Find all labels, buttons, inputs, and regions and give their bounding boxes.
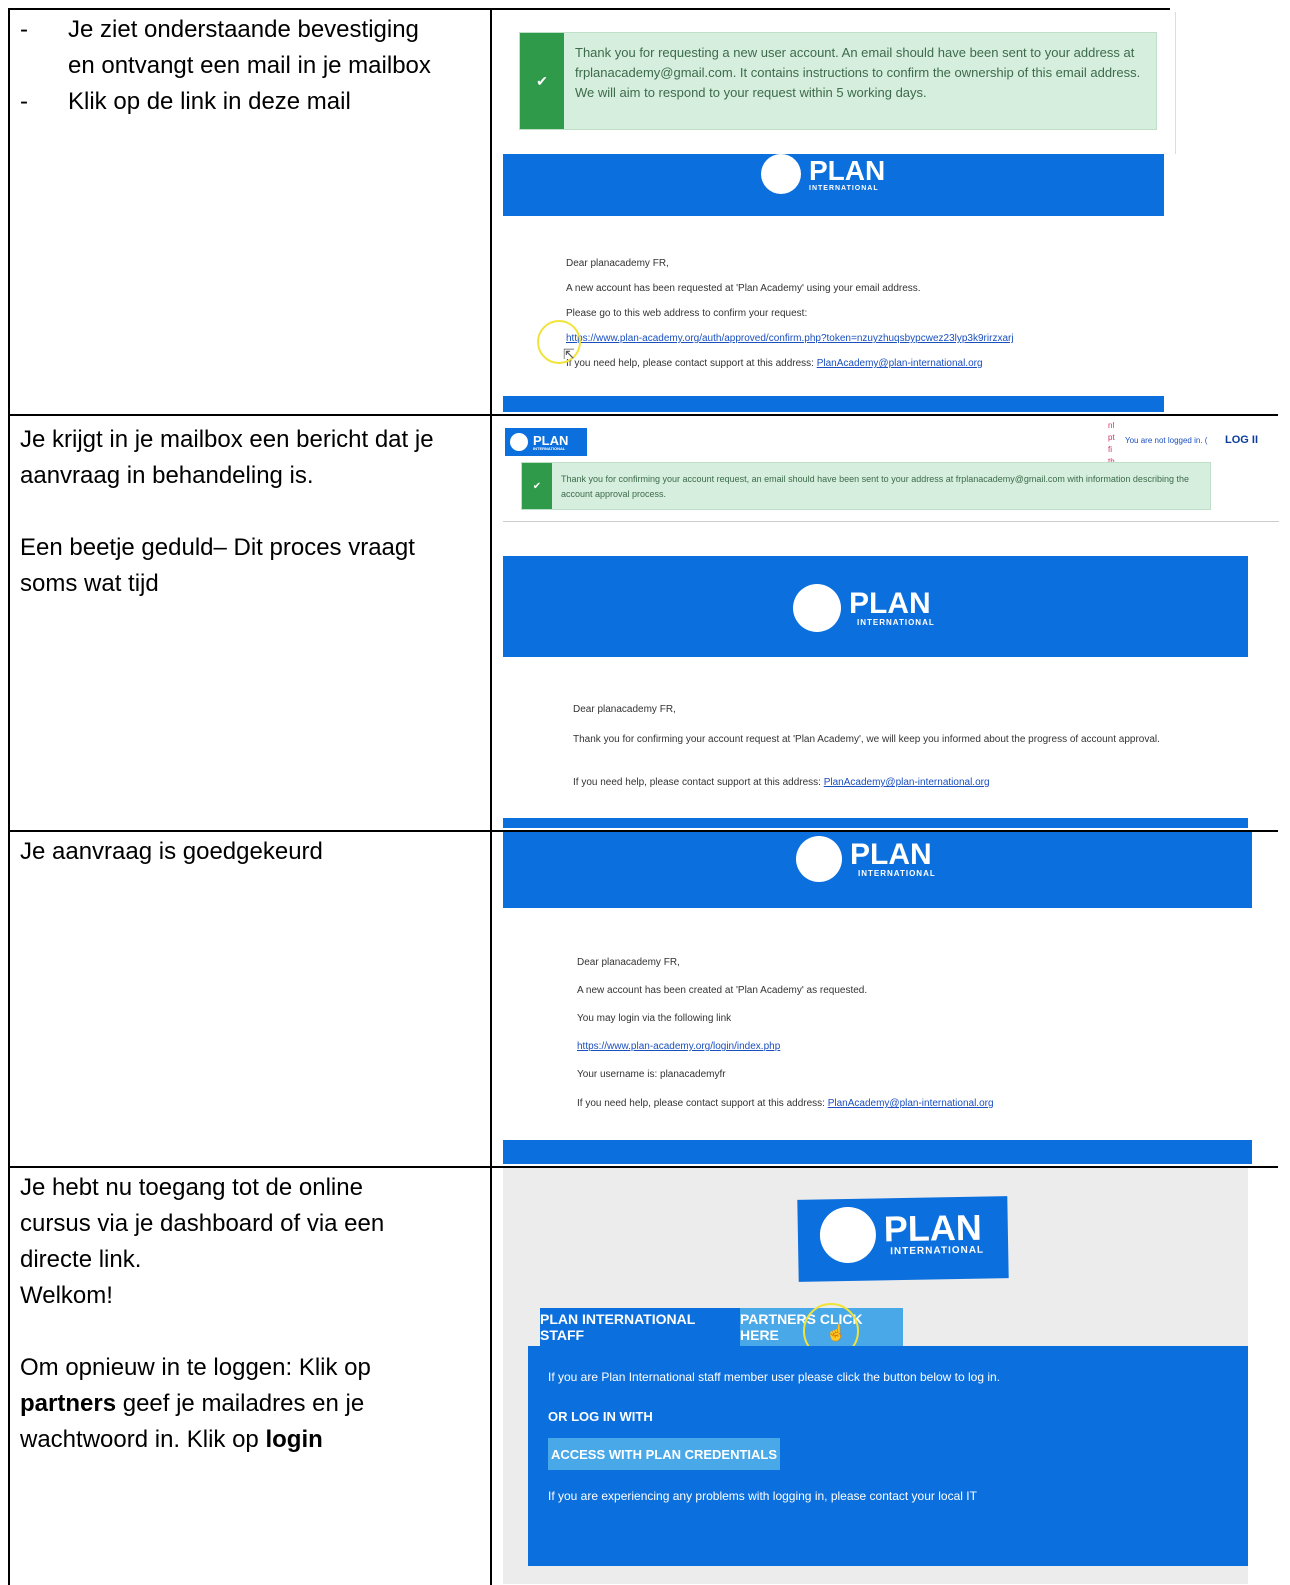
hand-cursor-icon: ☝ [826, 1325, 846, 1342]
support-email-link[interactable]: PlanAcademy@plan-international.org [824, 777, 990, 788]
row2-instructions: Je krijgt in je mailbox een bericht dat … [20, 422, 470, 602]
or-login-heading: OR LOG IN WITH [548, 1409, 653, 1424]
instruction-text: Klik op de link in deze mail [68, 88, 351, 115]
instruction-text: Je ziet onderstaande bevestiging en ontv… [68, 16, 431, 79]
email-footer [503, 396, 1164, 412]
plan-logo-icon [761, 154, 801, 194]
email-line: Please go to this web address to confirm… [566, 308, 808, 319]
plan-logo: PLAN INTERNATIONAL [761, 154, 885, 194]
email-help: If you need help, please contact support… [573, 777, 990, 788]
check-icon: ✔ [522, 463, 552, 509]
cursor-icon: ⇱ [563, 346, 575, 362]
login-status: You are not logged in. ( [1125, 436, 1208, 445]
email-line: Thank you for confirming your account re… [573, 734, 1160, 745]
email-line: You may login via the following link [577, 1013, 732, 1024]
login-page-link[interactable]: https://www.plan-academy.org/login/index… [577, 1041, 780, 1052]
email-help: If you need help, please contact support… [566, 358, 983, 369]
row4-instructions: Je hebt nu toegang tot de online cursus … [20, 1170, 470, 1458]
email-help: If you need help, please contact support… [577, 1098, 994, 1109]
problems-text: If you are experiencing any problems wit… [548, 1489, 977, 1503]
success-alert: ✔ Thank you for requesting a new user ac… [519, 32, 1157, 130]
confirmation-screenshot: ✔ Thank you for requesting a new user ac… [505, 12, 1176, 154]
email-greeting: Dear planacademy FR, [566, 258, 669, 269]
confirm-email-screenshot: PLAN INTERNATIONAL Dear planacademy FR, A… [503, 154, 1164, 412]
support-email-link[interactable]: PlanAcademy@plan-international.org [817, 358, 983, 369]
site-confirmation-screenshot: PLANINTERNATIONAL nl pt fi th zh You are… [503, 416, 1279, 522]
bullet-dash: - [20, 16, 28, 43]
instruction-text: Je krijgt in je mailbox een bericht dat … [20, 426, 434, 489]
plan-logo-large: PLAN INTERNATIONAL [797, 1196, 1009, 1282]
plan-logo-icon [819, 1206, 877, 1264]
email-greeting: Dear planacademy FR, [573, 704, 676, 715]
plan-logo-small: PLAN INTERNATIONAL [505, 428, 587, 456]
plan-logo: PLAN INTERNATIONAL [796, 836, 936, 882]
login-panel: If you are Plan International staff memb… [528, 1346, 1248, 1566]
login-page-screenshot: PLAN INTERNATIONAL PLAN INTERNATIONAL STA… [503, 1168, 1248, 1584]
alert-text: Thank you for confirming your account re… [561, 474, 1189, 499]
login-link[interactable]: LOG II [1225, 434, 1258, 446]
email-line: Your username is: planacademyfr [577, 1069, 726, 1080]
email-footer [503, 1140, 1252, 1164]
alert-text: Thank you for requesting a new user acco… [575, 45, 1141, 100]
success-alert: ✔ Thank you for confirming your account … [521, 462, 1211, 510]
instruction-text: Welkom! [20, 1282, 113, 1309]
plan-logo-icon [793, 584, 841, 632]
approved-email-screenshot: PLAN INTERNATIONAL Dear planacademy FR, A… [503, 832, 1252, 1164]
login-emphasis: login [265, 1426, 323, 1453]
email-footer [503, 818, 1248, 828]
plan-logo-icon [796, 836, 842, 882]
bullet-dash: - [20, 88, 28, 115]
instruction-text: Je aanvraag is goedgekeurd [20, 838, 323, 865]
tab-staff[interactable]: PLAN INTERNATIONAL STAFF [540, 1308, 740, 1346]
instruction-text: Om opnieuw in te loggen: Klik op partner… [20, 1354, 371, 1453]
email-greeting: Dear planacademy FR, [577, 957, 680, 968]
row3-instructions: Je aanvraag is goedgekeurd [20, 834, 470, 870]
partners-emphasis: partners [20, 1390, 117, 1417]
row1-instructions: - Je ziet onderstaande bevestiging en ont… [20, 12, 470, 120]
instruction-text: Een beetje geduld– Dit proces vraagt som… [20, 534, 415, 597]
pending-email-screenshot: PLAN INTERNATIONAL Dear planacademy FR, T… [503, 556, 1248, 828]
plan-logo: PLAN INTERNATIONAL [793, 584, 935, 632]
instruction-text: Je hebt nu toegang tot de online cursus … [20, 1174, 385, 1273]
support-email-link[interactable]: PlanAcademy@plan-international.org [828, 1098, 994, 1109]
check-icon: ✔ [520, 33, 564, 129]
plan-logo-icon [510, 433, 528, 451]
email-line: A new account has been created at 'Plan … [577, 985, 868, 996]
access-credentials-button[interactable]: ACCESS WITH PLAN CREDENTIALS [548, 1438, 780, 1470]
email-line: A new account has been requested at 'Pla… [566, 283, 921, 294]
confirm-link[interactable]: https://www.plan-academy.org/auth/approv… [566, 333, 1014, 344]
staff-info-text: If you are Plan International staff memb… [548, 1370, 1001, 1384]
